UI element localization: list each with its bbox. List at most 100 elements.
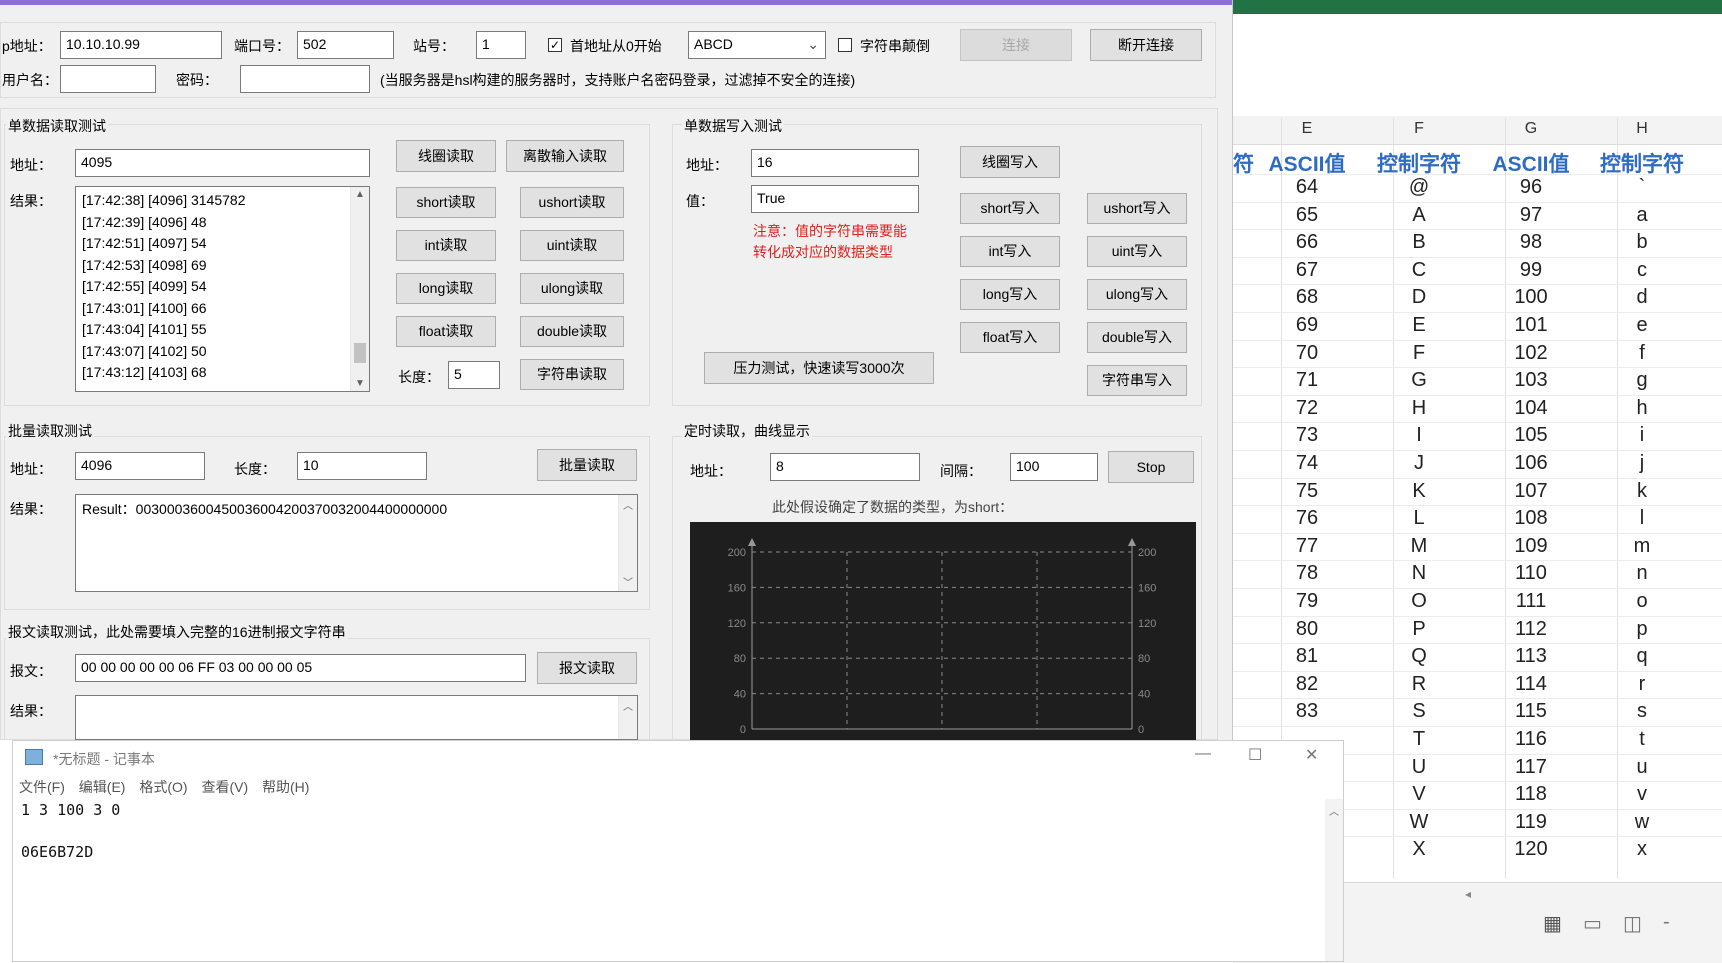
excel-cell[interactable]: j: [1586, 450, 1698, 478]
maximize-icon[interactable]: ☐: [1248, 745, 1262, 765]
excel-cell[interactable]: 74: [1251, 450, 1363, 478]
excel-cell[interactable]: 112: [1475, 616, 1587, 644]
excel-cell[interactable]: t: [1586, 726, 1698, 754]
timer-addr-input[interactable]: 8: [770, 453, 920, 481]
batch-length-input[interactable]: 10: [297, 452, 427, 480]
message-result-scrollbar[interactable]: ︿: [618, 696, 637, 739]
excel-cell[interactable]: b: [1586, 229, 1698, 257]
excel-cell[interactable]: 75: [1251, 478, 1363, 506]
ulong-write-button[interactable]: ulong写入: [1087, 279, 1187, 310]
excel-cell[interactable]: C: [1363, 257, 1475, 285]
menu-edit[interactable]: 编辑(E): [79, 779, 126, 795]
excel-cell[interactable]: P: [1363, 616, 1475, 644]
excel-cell[interactable]: N: [1363, 560, 1475, 588]
excel-cell[interactable]: 66: [1251, 229, 1363, 257]
list-item[interactable]: [17:43:04] [4101] 55: [76, 319, 369, 341]
excel-cell[interactable]: U: [1363, 754, 1475, 782]
zoom-out-icon[interactable]: -: [1663, 911, 1670, 934]
batch-result-textbox[interactable]: Result：003000360045003600420037003200440…: [75, 494, 638, 592]
excel-cell[interactable]: 108: [1475, 505, 1587, 533]
excel-cell[interactable]: X: [1363, 836, 1475, 864]
excel-column-header[interactable]: G: [1475, 120, 1587, 142]
long-write-button[interactable]: long写入: [960, 279, 1060, 310]
excel-cell[interactable]: x: [1586, 836, 1698, 864]
excel-cell[interactable]: `: [1586, 174, 1698, 202]
excel-cell[interactable]: q: [1586, 643, 1698, 671]
excel-cell[interactable]: 116: [1475, 726, 1587, 754]
page-break-icon[interactable]: ◫: [1623, 911, 1642, 936]
excel-cell[interactable]: J: [1363, 450, 1475, 478]
excel-cell[interactable]: p: [1586, 616, 1698, 644]
excel-cell[interactable]: E: [1363, 312, 1475, 340]
excel-cell[interactable]: 73: [1251, 422, 1363, 450]
excel-cell[interactable]: 81: [1251, 643, 1363, 671]
stress-test-button[interactable]: 压力测试，快速读写3000次: [704, 352, 934, 384]
list-item[interactable]: [17:43:12] [4103] 68: [76, 362, 369, 384]
long-read-button[interactable]: long读取: [396, 273, 496, 304]
excel-cell[interactable]: i: [1586, 422, 1698, 450]
menu-format[interactable]: 格式(O): [139, 779, 187, 795]
excel-cell[interactable]: H: [1363, 395, 1475, 423]
excel-cell[interactable]: 76: [1251, 505, 1363, 533]
excel-cell[interactable]: 82: [1251, 671, 1363, 699]
excel-cell[interactable]: T: [1363, 726, 1475, 754]
excel-cell[interactable]: D: [1363, 284, 1475, 312]
read-result-list[interactable]: [17:42:38] [4096] 3145782 [17:42:39] [40…: [75, 186, 370, 392]
byte-order-select[interactable]: ABCD ⌄: [688, 31, 826, 59]
close-icon[interactable]: ✕: [1305, 745, 1318, 765]
batch-addr-input[interactable]: 4096: [75, 452, 205, 480]
excel-cell[interactable]: I: [1363, 422, 1475, 450]
excel-cell[interactable]: 99: [1475, 257, 1587, 285]
excel-cell[interactable]: 103: [1475, 367, 1587, 395]
excel-cell[interactable]: K: [1363, 478, 1475, 506]
excel-cell[interactable]: 100: [1475, 284, 1587, 312]
timer-interval-input[interactable]: 100: [1010, 453, 1098, 481]
excel-cell[interactable]: v: [1586, 781, 1698, 809]
menu-file[interactable]: 文件(F): [19, 779, 65, 795]
scrollbar-thumb[interactable]: [354, 343, 366, 363]
double-write-button[interactable]: double写入: [1087, 322, 1187, 353]
excel-cell[interactable]: 83: [1251, 698, 1363, 726]
menu-help[interactable]: 帮助(H): [262, 779, 309, 795]
excel-cell[interactable]: 72: [1251, 395, 1363, 423]
excel-cell[interactable]: A: [1363, 202, 1475, 230]
station-input[interactable]: 1: [476, 31, 526, 59]
string-write-button[interactable]: 字符串写入: [1087, 365, 1187, 396]
short-write-button[interactable]: short写入: [960, 193, 1060, 224]
uint-read-button[interactable]: uint读取: [520, 230, 624, 261]
excel-cell[interactable]: 78: [1251, 560, 1363, 588]
menu-view[interactable]: 查看(V): [201, 779, 248, 795]
coil-read-button[interactable]: 线圈读取: [396, 140, 496, 172]
scroll-up-icon[interactable]: ▲: [351, 189, 369, 200]
excel-cell[interactable]: s: [1586, 698, 1698, 726]
excel-cell[interactable]: V: [1363, 781, 1475, 809]
excel-cell[interactable]: 120: [1475, 836, 1587, 864]
excel-cell[interactable]: 67: [1251, 257, 1363, 285]
excel-cell[interactable]: 105: [1475, 422, 1587, 450]
excel-cell[interactable]: G: [1363, 367, 1475, 395]
uint-write-button[interactable]: uint写入: [1087, 236, 1187, 267]
excel-cell[interactable]: B: [1363, 229, 1475, 257]
excel-cell[interactable]: 118: [1475, 781, 1587, 809]
excel-cell[interactable]: 69: [1251, 312, 1363, 340]
excel-cell[interactable]: @: [1363, 174, 1475, 202]
excel-cell[interactable]: u: [1586, 754, 1698, 782]
excel-cell[interactable]: 65: [1251, 202, 1363, 230]
excel-cell[interactable]: 68: [1251, 284, 1363, 312]
float-write-button[interactable]: float写入: [960, 322, 1060, 353]
ushort-write-button[interactable]: ushort写入: [1087, 193, 1187, 224]
message-read-button[interactable]: 报文读取: [537, 652, 637, 684]
float-read-button[interactable]: float读取: [396, 316, 496, 347]
scroll-down-icon[interactable]: ﹀: [619, 574, 637, 589]
disconnect-button[interactable]: 断开连接: [1090, 29, 1202, 61]
excel-cell[interactable]: r: [1586, 671, 1698, 699]
excel-header-cell[interactable]: ASCII值: [1251, 148, 1363, 176]
excel-cell[interactable]: O: [1363, 588, 1475, 616]
scroll-down-icon[interactable]: ▼: [351, 378, 369, 389]
short-read-button[interactable]: short读取: [396, 187, 496, 218]
notepad-scrollbar[interactable]: ︿: [1325, 799, 1343, 961]
excel-cell[interactable]: h: [1586, 395, 1698, 423]
write-value-input[interactable]: True: [751, 185, 919, 213]
list-item[interactable]: [17:42:39] [4096] 48: [76, 212, 369, 234]
password-input[interactable]: [240, 65, 370, 93]
